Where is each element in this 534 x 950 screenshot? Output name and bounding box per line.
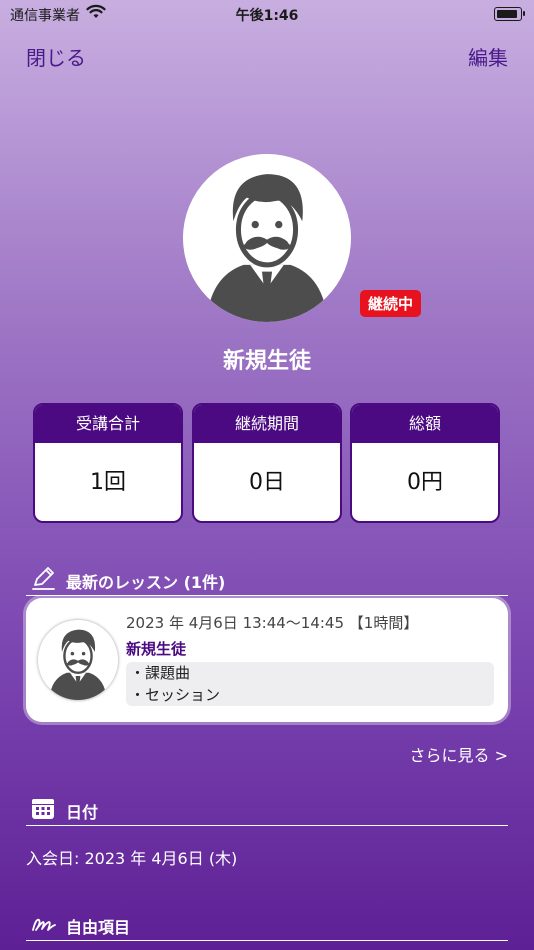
student-name: 新規生徒 <box>222 349 311 374</box>
free-items-header: 自由項目 <box>26 910 508 941</box>
latest-lessons-header: 最新のレッスン (1件) <box>26 565 508 596</box>
list-item: ・課題曲 <box>130 664 191 682</box>
stat-card-total-amount: 総額 0円 <box>350 403 500 523</box>
lesson-datetime: 2023 年 4月6日 13:44～14:45 【1時間】 <box>126 614 419 632</box>
join-date: 入会日: 2023 年 4月6日 (木) <box>26 849 238 868</box>
date-section-header: 日付 <box>26 795 508 826</box>
lesson-student-name: 新規生徒 <box>126 640 187 658</box>
stat-value: 0日 <box>249 470 285 495</box>
stat-label: 総額 <box>352 405 498 443</box>
stat-label: 継続期間 <box>194 405 340 443</box>
person-avatar-icon <box>183 154 351 322</box>
stat-card-duration: 継続期間 0日 <box>192 403 342 523</box>
battery-icon <box>494 7 525 21</box>
lesson-songs-list: ・課題曲 ・セッション <box>126 662 494 706</box>
signature-icon <box>30 910 58 940</box>
calendar-icon <box>30 795 56 825</box>
stat-label: 受講合計 <box>35 405 181 443</box>
section-title: 日付 <box>66 803 99 822</box>
see-more-link[interactable]: さらに見る > <box>410 742 509 766</box>
list-item: ・セッション <box>130 686 221 704</box>
edit-button[interactable]: 編集 <box>468 42 508 71</box>
lesson-card[interactable]: 2023 年 4月6日 13:44～14:45 【1時間】 新規生徒 ・課題曲 … <box>26 598 508 722</box>
clock: 午後1:46 <box>235 8 299 24</box>
pencil-icon <box>30 565 56 595</box>
status-badge: 継続中 <box>360 290 422 317</box>
stat-card-total-lessons: 受講合計 1回 <box>33 403 183 523</box>
status-bar: 通信事業者 午後1:46 <box>0 0 534 30</box>
section-title: 自由項目 <box>66 918 131 937</box>
person-avatar-icon <box>38 620 118 700</box>
close-button[interactable]: 閉じる <box>26 42 86 71</box>
stat-value: 0円 <box>407 470 443 495</box>
stat-value: 1回 <box>90 470 126 495</box>
section-title: 最新のレッスン (1件) <box>66 573 226 592</box>
